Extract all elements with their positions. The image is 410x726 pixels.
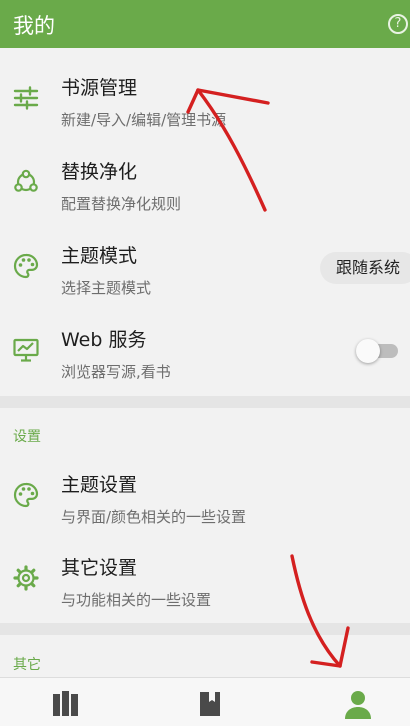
help-circle-icon: ? (394, 16, 402, 31)
palette-icon (13, 482, 39, 508)
nav-tab-my[interactable] (338, 688, 378, 720)
share-nodes-icon (14, 169, 38, 192)
section-divider (0, 396, 410, 408)
sliders-icon (13, 86, 39, 110)
book-icon (200, 692, 220, 716)
page-title: 我的 (13, 14, 55, 38)
person-icon (345, 691, 371, 719)
menu-item-subtitle: 新建/导入/编辑/管理书源 (61, 111, 227, 129)
nav-tab-books[interactable] (190, 688, 230, 720)
palette-icon (13, 253, 39, 279)
menu-item-title: Web 服务 (61, 329, 147, 351)
menu-item-book-source[interactable]: 书源管理 新建/导入/编辑/管理书源 (0, 58, 410, 142)
menu-item-web-service[interactable]: Web 服务 浏览器写源,看书 (0, 310, 410, 394)
menu-item-theme-settings[interactable]: 主题设置 与界面/颜色相关的一些设置 (0, 455, 410, 539)
bottom-navigation (0, 677, 410, 726)
menu-item-subtitle: 与界面/颜色相关的一些设置 (61, 508, 247, 526)
menu-item-replace-rules[interactable]: 替换净化 配置替换净化规则 (0, 142, 410, 226)
nav-tab-bookshelf[interactable] (45, 688, 85, 720)
help-button[interactable]: ? (388, 14, 408, 34)
menu-item-subtitle: 选择主题模式 (61, 279, 152, 297)
theme-mode-value[interactable]: 跟随系统 (319, 252, 410, 284)
other-section-label: 其它 (13, 657, 41, 673)
menu-item-title: 替换净化 (61, 161, 138, 183)
menu-item-title: 主题设置 (61, 474, 138, 496)
monitor-chart-icon (13, 338, 39, 362)
gear-icon (13, 565, 39, 591)
menu-item-subtitle: 与功能相关的一些设置 (61, 591, 212, 609)
menu-item-title: 其它设置 (61, 557, 138, 579)
app-bar: 我的 ? (0, 0, 410, 48)
section-divider (0, 623, 410, 635)
web-service-toggle[interactable] (356, 339, 400, 363)
menu-item-subtitle: 浏览器写源,看书 (61, 363, 171, 381)
bookshelf-icon (53, 691, 78, 716)
toggle-thumb (356, 339, 380, 363)
menu-item-other-settings[interactable]: 其它设置 与功能相关的一些设置 (0, 538, 410, 622)
menu-item-title: 主题模式 (61, 245, 138, 267)
settings-section-label: 设置 (13, 429, 41, 445)
menu-item-subtitle: 配置替换净化规则 (61, 195, 182, 213)
menu-item-title: 书源管理 (61, 77, 138, 99)
